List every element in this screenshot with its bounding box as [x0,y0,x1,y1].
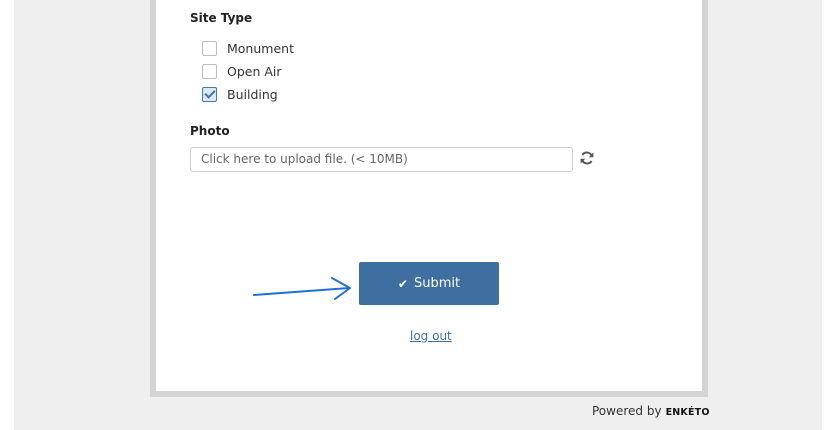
submit-label: Submit [413,276,461,291]
logout-link[interactable]: log out [410,329,452,343]
monument-checkbox[interactable] [202,40,217,56]
building-label: Building [227,86,278,102]
monument-label: Monument [227,40,294,56]
option-open-air[interactable]: Open Air [202,63,282,79]
arrow-right-icon [253,277,351,300]
enketo-logo: ENKÉTO [665,407,710,418]
option-monument[interactable]: Monument [202,40,294,56]
open-air-checkbox[interactable] [202,63,217,79]
building-checkbox[interactable] [202,86,217,102]
photo-label: Photo [190,124,230,138]
checkmark-icon: ✔ [397,276,408,291]
photo-upload-placeholder: Click here to upload file. (< 10MB) [201,152,408,166]
submit-button[interactable]: ✔ Submit [359,262,499,305]
open-air-label: Open Air [227,63,282,79]
powered-by-text: Powered by [592,404,662,418]
site-type-label: Site Type [190,11,253,25]
option-building[interactable]: Building [202,86,278,102]
powered-by: Powered by ENKÉTO [592,404,710,418]
refresh-icon[interactable] [579,150,595,166]
photo-upload-field[interactable]: Click here to upload file. (< 10MB) [190,147,573,172]
